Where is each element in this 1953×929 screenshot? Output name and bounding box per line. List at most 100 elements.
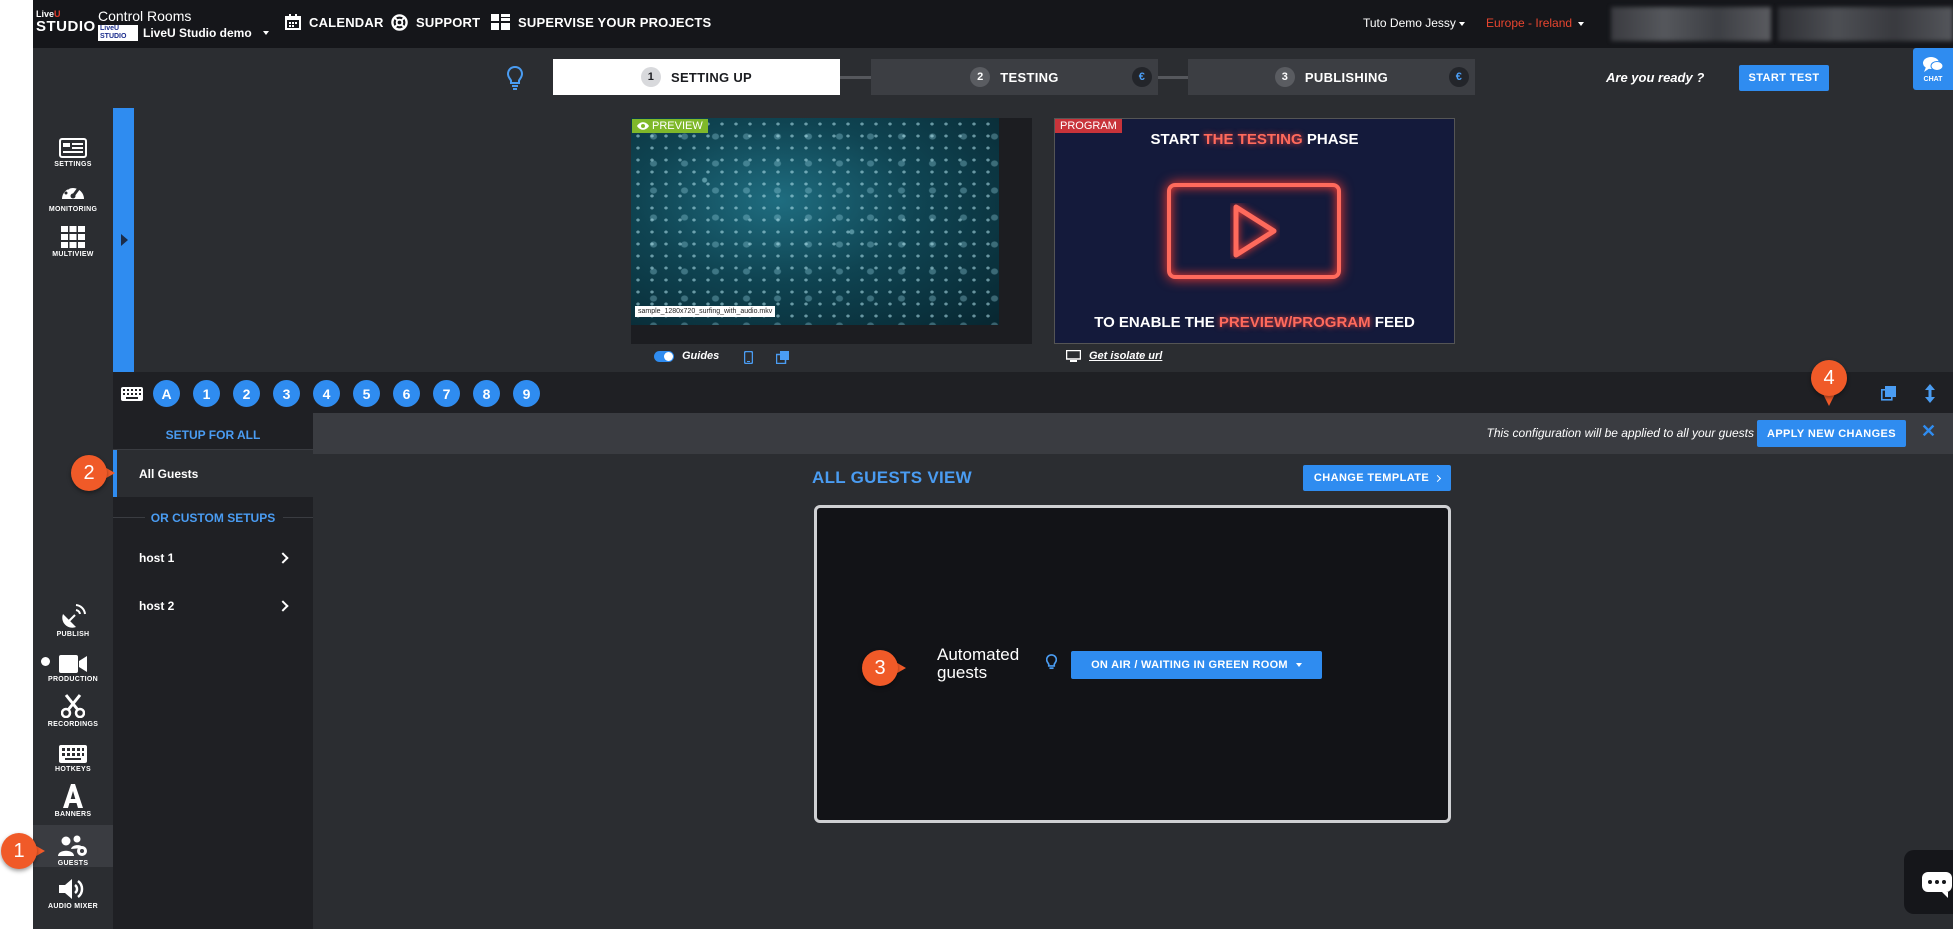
lightbulb-icon[interactable] xyxy=(507,66,523,90)
resize-vertical-icon[interactable] xyxy=(1925,384,1935,403)
sidebar-item-label: MULTIVIEW xyxy=(52,251,94,258)
sidebar-item-label: BANNERS xyxy=(54,811,92,818)
keyboard-icon xyxy=(59,745,87,763)
mobile-icon[interactable] xyxy=(744,351,753,364)
media-filename: sample_1280x720_surfing_with_audio.mkv xyxy=(635,306,776,317)
get-isolate-url-link[interactable]: Get isolate url xyxy=(1066,350,1162,362)
chevron-right-icon xyxy=(1434,474,1442,482)
start-test-button[interactable]: START TEST xyxy=(1739,65,1829,91)
setup-for-all-heading: SETUP FOR ALL xyxy=(165,428,261,442)
callout-number: 1 xyxy=(1,833,37,869)
monitor-area xyxy=(134,108,1953,372)
expand-arrow-icon[interactable] xyxy=(121,234,128,246)
step-number: 2 xyxy=(970,67,991,87)
hotkey-button[interactable]: 3 xyxy=(273,380,300,407)
hotkey-button[interactable]: A xyxy=(153,380,180,407)
sidebar-item-label: RECORDINGS xyxy=(47,721,99,728)
apply-new-changes-button[interactable]: APPLY NEW CHANGES xyxy=(1757,420,1906,447)
guides-label: Guides xyxy=(682,350,720,362)
all-guests-item[interactable]: All Guests xyxy=(113,450,313,497)
user-menu[interactable]: Tuto Demo Jessy xyxy=(1363,16,1465,30)
hotkey-button[interactable]: 5 xyxy=(353,380,380,407)
isolate-url-label: Get isolate url xyxy=(1089,350,1163,362)
sidebar-item-recordings[interactable]: RECORDINGS xyxy=(33,686,113,728)
nav-calendar[interactable]: CALENDAR xyxy=(285,14,384,30)
control-rooms-title: Control Rooms xyxy=(98,8,192,24)
project-badge: LiveU STUDIO xyxy=(98,25,138,41)
region-selector[interactable]: Europe - Ireland xyxy=(1486,16,1585,30)
lifebuoy-icon xyxy=(391,14,408,31)
sidebar-item-hotkeys[interactable]: HOTKEYS xyxy=(33,731,113,773)
callout-number: 2 xyxy=(71,455,107,491)
program-message-bottom: TO ENABLE THE PREVIEW/PROGRAM FEED xyxy=(1054,314,1455,331)
sidebar-item-banners[interactable]: BANNERS xyxy=(33,776,113,818)
copy-icon[interactable] xyxy=(776,351,789,364)
change-template-button[interactable]: CHANGE TEMPLATE xyxy=(1303,465,1451,491)
nav-support-label: SUPPORT xyxy=(416,15,481,30)
liveu-studio-logo[interactable]: LiveU STUDIO xyxy=(36,10,95,38)
sidebar-item-label: PUBLISH xyxy=(56,631,90,638)
nav-supervise-projects[interactable]: SUPERVISE YOUR PROJECTS xyxy=(491,14,711,30)
step-number: 3 xyxy=(1274,67,1295,87)
lightbulb-icon[interactable] xyxy=(1046,654,1057,671)
toggle-switch[interactable] xyxy=(654,350,674,362)
detach-window-icon[interactable] xyxy=(1881,386,1896,401)
hotkey-button[interactable]: 6 xyxy=(393,380,420,407)
chevron-down-icon xyxy=(1295,663,1302,667)
preview-tag: PREVIEW xyxy=(632,119,708,133)
callout-marker: 4 xyxy=(1811,360,1855,406)
sidebar-item-monitoring[interactable]: MONITORING xyxy=(33,171,113,213)
keyboard-icon[interactable] xyxy=(121,387,143,401)
callout-marker: 1 xyxy=(1,833,45,873)
program-message-top: START THE TESTING PHASE xyxy=(1054,131,1455,148)
step-label: PUBLISHING xyxy=(1304,69,1389,85)
guides-toggle[interactable]: Guides xyxy=(654,350,719,362)
hotkey-button[interactable]: 1 xyxy=(193,380,220,407)
hotkey-button[interactable]: 7 xyxy=(433,380,460,407)
program-text: TO ENABLE THE xyxy=(1094,314,1219,331)
step-label: SETTING UP xyxy=(670,69,752,85)
user-name: Tuto Demo Jessy xyxy=(1363,16,1456,30)
callout-marker: 3 xyxy=(862,650,906,690)
step-setting-up[interactable]: 1 SETTING UP xyxy=(553,59,840,95)
sidebar-item-guests[interactable]: GUESTS xyxy=(33,825,113,867)
nav-calendar-label: CALENDAR xyxy=(309,14,384,30)
top-bar: LiveU STUDIO Control Rooms LiveU STUDIO … xyxy=(33,0,1953,48)
scissors-icon xyxy=(61,694,85,718)
host-item[interactable]: host 2 xyxy=(113,586,313,626)
step-testing[interactable]: 2 TESTING € xyxy=(871,59,1158,95)
program-text: PHASE xyxy=(1302,131,1359,148)
sidebar-item-multiview[interactable]: MULTIVIEW xyxy=(33,216,113,258)
hotkey-button[interactable]: 8 xyxy=(473,380,500,407)
callout-number: 3 xyxy=(862,650,898,686)
project-selector[interactable]: LiveU STUDIO LiveU Studio demo xyxy=(98,25,269,41)
sidebar-item-label: SETTINGS xyxy=(54,161,92,168)
chat-tab[interactable]: CHAT xyxy=(1913,48,1953,90)
close-icon[interactable]: ✕ xyxy=(1921,421,1936,442)
hotkey-button[interactable]: 9 xyxy=(513,380,540,407)
video-camera-icon xyxy=(59,655,87,673)
hotkeys-bar xyxy=(113,372,1953,413)
nav-support[interactable]: SUPPORT xyxy=(391,14,480,31)
guest-status-dropdown[interactable]: ON AIR / WAITING IN GREEN ROOM xyxy=(1071,651,1322,679)
sidebar-item-settings[interactable]: SETTINGS xyxy=(33,126,113,168)
step-publishing[interactable]: 3 PUBLISHING € xyxy=(1188,59,1475,95)
step-connector xyxy=(1158,76,1188,79)
preview-video xyxy=(631,118,999,325)
hotkey-button[interactable]: 2 xyxy=(233,380,260,407)
blurred-info xyxy=(1611,7,1771,41)
host-name: host 1 xyxy=(139,551,175,565)
step-number: 1 xyxy=(640,67,661,87)
help-chat-button[interactable] xyxy=(1904,850,1953,914)
preview-tag-label: PREVIEW xyxy=(652,120,703,132)
config-notice-text: This configuration will be applied to al… xyxy=(1486,426,1754,440)
step-connector xyxy=(840,76,871,79)
sidebar-item-publish[interactable]: PUBLISH xyxy=(33,596,113,638)
production-status-dot xyxy=(41,657,50,666)
host-item[interactable]: host 1 xyxy=(113,538,313,578)
settings-icon xyxy=(59,138,87,158)
sidebar-item-label: HOTKEYS xyxy=(55,766,91,773)
chat-bubble-icon xyxy=(1922,872,1952,898)
hotkey-button[interactable]: 4 xyxy=(313,380,340,407)
sidebar-item-audio-mixer[interactable]: AUDIO MIXER xyxy=(33,868,113,910)
